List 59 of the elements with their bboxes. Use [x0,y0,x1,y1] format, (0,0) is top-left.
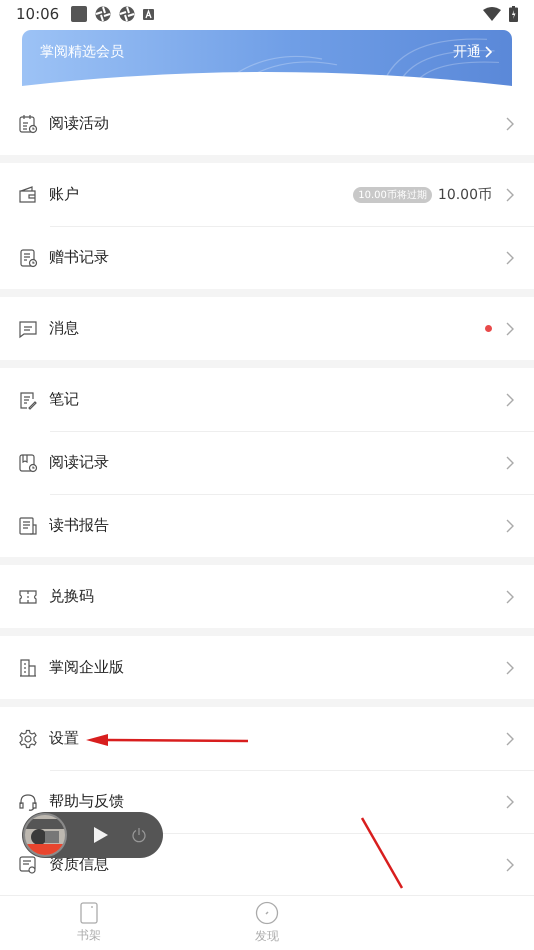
menu-item[interactable]: 笔记 [0,368,534,431]
menu-label: 阅读记录 [49,453,109,472]
building-icon [18,658,38,678]
chevron-right-icon [506,456,514,470]
battery-icon [509,6,518,22]
menu-label: 设置 [49,729,79,748]
chevron-right-icon [506,590,514,604]
menu-label: 账户 [49,185,79,204]
chevron-right-icon [506,858,514,872]
menu-item[interactable]: 读书报告 [0,494,534,557]
menu-label: 兑换码 [49,587,94,606]
play-icon[interactable] [93,826,109,844]
nav-label: 发现 [255,928,279,945]
menu-label: 阅读活动 [49,114,109,133]
note-icon [18,390,38,410]
menu-item[interactable]: 赠书记录 [0,226,534,289]
chevron-right-icon [506,732,514,746]
doc-badge-icon [18,854,38,874]
menu-label: 赠书记录 [49,248,109,267]
menu-label: 笔记 [49,390,79,409]
balance-value: 10.00币 [438,186,492,204]
menu-label: 帮助与反馈 [49,792,124,811]
menu-label: 掌阅企业版 [49,658,124,677]
compass-icon [255,901,279,925]
menu-label: 消息 [49,319,79,338]
chevron-right-icon [506,250,514,264]
chevron-right-icon [506,392,514,406]
chevron-right-icon [506,660,514,674]
chevron-right-icon [506,794,514,808]
chevron-right-icon [506,322,514,336]
wifi-icon [483,7,501,21]
chevron-right-icon [506,518,514,532]
menu-item[interactable]: 兑换码 [0,565,534,628]
chevron-right-icon [485,46,492,58]
chevron-right-icon [506,188,514,202]
book-clock-icon [18,452,38,472]
wallet-icon [18,184,38,204]
power-icon[interactable] [131,827,147,843]
menu-item[interactable]: 阅读记录 [0,431,534,494]
report-icon [18,516,38,536]
notification-square-icon [71,6,88,22]
menu-label: 读书报告 [49,516,109,535]
keyboard-a-icon [143,8,154,20]
calendar-icon [18,114,38,134]
banner-title: 掌阅精选会员 [40,43,125,61]
menu-item[interactable]: 设置 [0,707,534,770]
chat-icon [18,318,38,338]
status-time: 10:06 [16,5,60,23]
menu-item[interactable]: 帮助与反馈 [0,770,534,833]
nav-label: 书架 [77,927,101,944]
headset-icon [18,792,38,812]
book-icon [80,902,98,924]
gear-icon [18,728,38,748]
doc-clock-icon [18,248,38,268]
menu-item[interactable]: 阅读活动 [0,92,534,155]
floating-player[interactable] [22,812,163,858]
menu-item[interactable]: 掌阅企业版 [0,636,534,699]
menu-item[interactable]: 消息 [0,297,534,360]
chevron-right-icon [506,116,514,130]
